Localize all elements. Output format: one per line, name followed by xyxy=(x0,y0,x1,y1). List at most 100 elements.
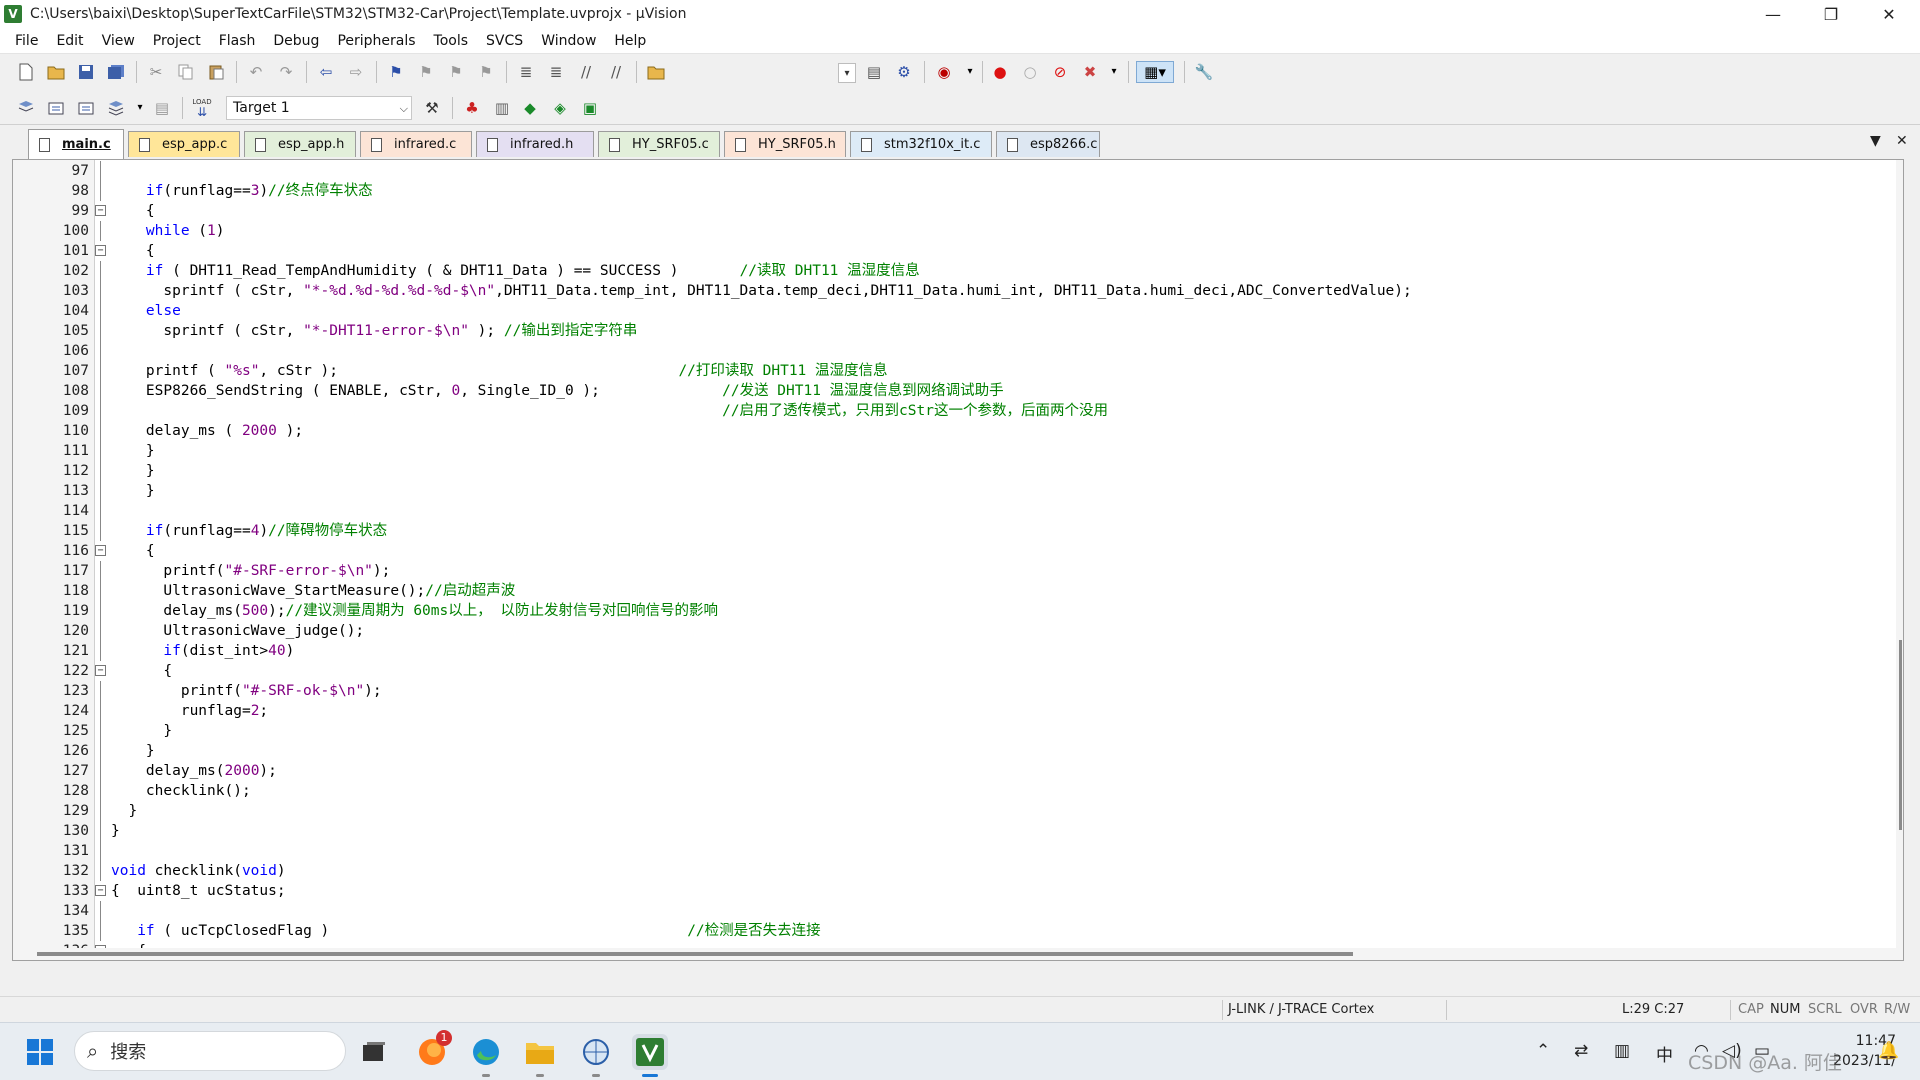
unindent-icon[interactable]: ≣ xyxy=(544,61,568,83)
menu-tools[interactable]: Tools xyxy=(425,28,478,54)
close-tab-icon[interactable]: ✕ xyxy=(1896,133,1908,149)
code-line[interactable]: 104 else xyxy=(13,301,1883,321)
redo-icon[interactable]: ↷ xyxy=(274,61,298,83)
debug-dropdown-icon[interactable]: ▾ xyxy=(958,61,982,83)
clear-bookmarks-icon[interactable]: ⚑ xyxy=(474,61,498,83)
menu-flash[interactable]: Flash xyxy=(210,28,265,54)
code-line[interactable]: 122− { xyxy=(13,661,1883,681)
tab-hy-srf05-c[interactable]: HY_SRF05.c xyxy=(598,131,720,157)
tab-esp-app-h[interactable]: esp_app.h xyxy=(244,131,356,157)
menu-view[interactable]: View xyxy=(93,28,144,54)
new-file-icon[interactable] xyxy=(14,61,38,83)
incremental-find-icon[interactable]: ⚙ xyxy=(892,61,916,83)
menu-project[interactable]: Project xyxy=(144,28,210,54)
code-line[interactable]: 120 UltrasonicWave_judge(); xyxy=(13,621,1883,641)
notifications-icon[interactable]: 🔔 xyxy=(1878,1041,1899,1061)
cut-icon[interactable]: ✂ xyxy=(144,61,168,83)
save-icon[interactable] xyxy=(74,61,98,83)
tab-main-c[interactable]: main.c xyxy=(28,129,124,159)
kill-breakpoints-icon[interactable]: ✖ xyxy=(1078,61,1102,83)
tab-esp-app-c[interactable]: esp_app.c xyxy=(128,131,240,157)
code-line[interactable]: 100 while (1) xyxy=(13,221,1883,241)
code-line[interactable]: 132 void checklink(void) xyxy=(13,861,1883,881)
select-software-packs-icon[interactable]: ◆ xyxy=(518,97,542,119)
code-line[interactable]: 108 ESP8266_SendString ( ENABLE, cStr, 0… xyxy=(13,381,1883,401)
code-line[interactable]: 133−{ uint8_t ucStatus; xyxy=(13,881,1883,901)
code-editor[interactable]: 97 98 if(runflag==3)//终点停车状态 99− {100 whil… xyxy=(12,159,1904,961)
run-time-environment-icon[interactable]: ▣ xyxy=(578,97,602,119)
copy-icon[interactable] xyxy=(174,61,198,83)
code-line[interactable]: 115 if(runflag==4)//障碍物停车状态 xyxy=(13,521,1883,541)
code-line[interactable]: 135 if ( ucTcpClosedFlag ) //检测是否失去连接 xyxy=(13,921,1883,941)
close-button[interactable]: ✕ xyxy=(1860,0,1918,28)
horizontal-scrollbar[interactable] xyxy=(13,948,1903,960)
code-line[interactable]: 116− { xyxy=(13,541,1883,561)
fold-toggle-icon[interactable]: − xyxy=(95,545,106,556)
tab-hy-srf05-h[interactable]: HY_SRF05.h xyxy=(724,131,846,157)
indent-icon[interactable]: ≣ xyxy=(514,61,538,83)
target-select[interactable]: Target 1 ⌵ xyxy=(226,96,412,120)
tab-esp8266-c[interactable]: esp8266.c xyxy=(996,131,1100,157)
debug-session-icon[interactable]: ◉ xyxy=(932,61,956,83)
code-line[interactable]: 99− { xyxy=(13,201,1883,221)
disable-breakpoints-icon[interactable]: ⊘ xyxy=(1048,61,1072,83)
minimize-button[interactable]: — xyxy=(1744,0,1802,28)
download-icon[interactable]: LOAD ⇊ xyxy=(190,97,214,119)
rebuild-icon[interactable] xyxy=(74,97,98,119)
taskbar-search-box[interactable]: ⌕ 搜索 xyxy=(74,1031,346,1071)
find-icon[interactable]: ▤ xyxy=(862,61,886,83)
menu-debug[interactable]: Debug xyxy=(264,28,328,54)
code-line[interactable]: 124 runflag=2; xyxy=(13,701,1883,721)
breakpoint-dropdown-icon[interactable]: ▾ xyxy=(1102,61,1126,83)
pack-installer-icon[interactable]: ◈ xyxy=(548,97,572,119)
show-hidden-icons-icon[interactable]: ⌃ xyxy=(1536,1041,1550,1061)
code-line[interactable]: 105 sprintf ( cStr, "*-DHT11-error-$\n" … xyxy=(13,321,1883,341)
paste-icon[interactable] xyxy=(204,61,228,83)
code-line[interactable]: 130} xyxy=(13,821,1883,841)
code-line[interactable]: 102 if ( DHT11_Read_TempAndHumidity ( & … xyxy=(13,261,1883,281)
tray-app-icon[interactable]: ⇄ xyxy=(1574,1041,1588,1061)
target-options-icon[interactable]: ⚒ xyxy=(420,97,444,119)
menu-help[interactable]: Help xyxy=(605,28,655,54)
code-line[interactable]: 98 if(runflag==3)//终点停车状态 xyxy=(13,181,1883,201)
code-line[interactable]: 119 delay_ms(500);//建议测量周期为 60ms以上， 以防止发… xyxy=(13,601,1883,621)
window-layout-icon[interactable]: ▦▾ xyxy=(1136,61,1174,83)
configure-icon[interactable]: 🔧 xyxy=(1192,61,1216,83)
code-line[interactable]: 111 } xyxy=(13,441,1883,461)
open-folder-icon[interactable] xyxy=(44,61,68,83)
restore-button[interactable]: ❐ xyxy=(1802,0,1860,28)
build-icon[interactable] xyxy=(44,97,68,119)
file-explorer-icon[interactable] xyxy=(522,1034,558,1070)
task-view-icon[interactable] xyxy=(356,1034,392,1070)
menu-window[interactable]: Window xyxy=(532,28,605,54)
menu-file[interactable]: File xyxy=(6,28,47,54)
comment-icon[interactable]: // xyxy=(574,61,598,83)
code-line[interactable]: 101− { xyxy=(13,241,1883,261)
code-line[interactable]: 121 if(dist_int>40) xyxy=(13,641,1883,661)
find-in-files-icon[interactable] xyxy=(644,61,668,83)
tab-list-dropdown-icon[interactable]: ▼ xyxy=(1870,133,1881,149)
batch-dropdown-icon[interactable]: ▾ xyxy=(128,97,152,119)
prev-bookmark-icon[interactable]: ⚑ xyxy=(414,61,438,83)
undo-icon[interactable]: ↶ xyxy=(244,61,268,83)
vertical-scrollbar[interactable] xyxy=(1896,160,1903,950)
code-line[interactable]: 107 printf ( "%s", cStr ); //打印读取 DHT11 … xyxy=(13,361,1883,381)
tab-stm32f10x-it-c[interactable]: stm32f10x_it.c xyxy=(850,131,992,157)
enable-breakpoint-icon[interactable]: ○ xyxy=(1018,61,1042,83)
tab-infrared-c[interactable]: infrared.c xyxy=(360,131,472,157)
navigate-forward-icon[interactable]: ⇨ xyxy=(344,61,368,83)
batch-build-icon[interactable] xyxy=(104,97,128,119)
code-line[interactable]: 103 sprintf ( cStr, "*-%d.%d-%d.%d-%d-$\… xyxy=(13,281,1883,301)
firefox-icon[interactable]: 1 xyxy=(414,1030,452,1070)
menu-peripherals[interactable]: Peripherals xyxy=(328,28,424,54)
input-method-indicator[interactable]: 中 xyxy=(1656,1041,1673,1066)
navigate-back-icon[interactable]: ⇦ xyxy=(314,61,338,83)
uvision-taskbar-icon[interactable] xyxy=(632,1034,668,1070)
tray-monitor-icon[interactable]: ▥ xyxy=(1614,1041,1630,1061)
save-all-icon[interactable] xyxy=(104,61,128,83)
code-line[interactable]: 112 } xyxy=(13,461,1883,481)
code-line[interactable]: 117 printf("#-SRF-error-$\n"); xyxy=(13,561,1883,581)
insert-breakpoint-icon[interactable]: ● xyxy=(988,61,1012,83)
code-line[interactable]: 129 } xyxy=(13,801,1883,821)
code-line[interactable]: 128 checklink(); xyxy=(13,781,1883,801)
